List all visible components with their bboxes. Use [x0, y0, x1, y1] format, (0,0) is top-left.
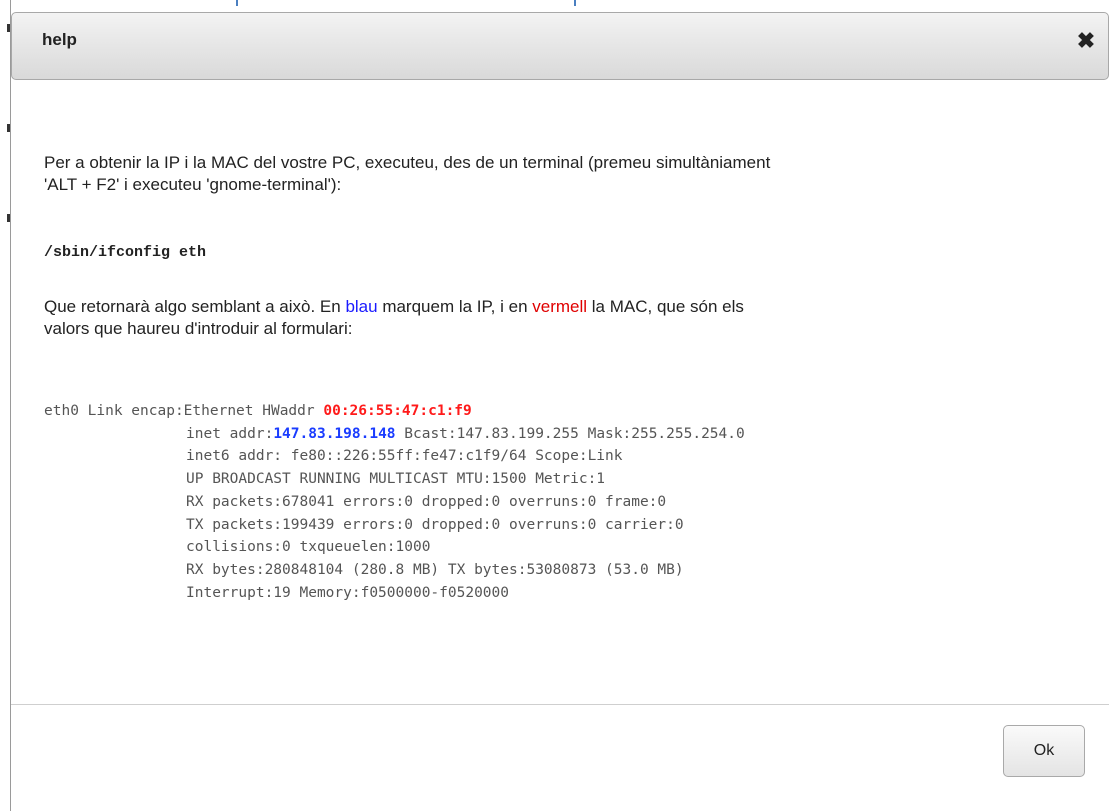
dialog-titlebar[interactable]: help ✖	[11, 12, 1109, 80]
ok-button[interactable]: Ok	[1003, 725, 1085, 777]
terminal-line: TX packets:199439 errors:0 dropped:0 ove…	[186, 516, 684, 533]
terminal-line: inet6 addr: fe80::226:55ff:fe47:c1f9/64 …	[186, 448, 623, 465]
background-page-mark	[7, 214, 10, 222]
terminal-line: collisions:0 txqueuelen:1000	[186, 539, 431, 556]
terminal-line-suffix: Bcast:147.83.199.255 Mask:255.255.254.0	[395, 425, 745, 442]
intro-line-1: Per a obtenir la IP i la MAC del vostre …	[44, 153, 771, 172]
intro-paragraph: Per a obtenir la IP i la MAC del vostre …	[44, 152, 1094, 196]
explanation-text: la MAC, que són els	[587, 297, 744, 316]
terminal-line: inet addr:147.83.198.148 Bcast:147.83.19…	[44, 423, 745, 446]
background-page-strip	[0, 0, 1109, 12]
command-text: /sbin/ifconfig eth	[44, 244, 207, 261]
background-page-mark	[7, 24, 10, 32]
terminal-line: UP BROADCAST RUNNING MULTICAST MTU:1500 …	[186, 471, 606, 488]
red-word: vermell	[532, 297, 588, 316]
terminal-line: Interrupt:19 Memory:f0500000-f0520000	[186, 584, 510, 601]
background-link-fragment	[574, 0, 576, 6]
explanation-text: Que retornarà algo semblant a això. En	[44, 297, 346, 316]
terminal-output: eth0 Link encap:Ethernet HWaddr 00:26:55…	[44, 400, 745, 604]
background-link-fragment	[236, 0, 238, 6]
close-icon[interactable]: ✖	[1074, 28, 1098, 53]
explanation-paragraph: Que retornarà algo semblant a això. En b…	[44, 296, 1074, 340]
blue-word: blau	[345, 297, 378, 316]
mac-address: 00:26:55:47:c1:f9	[323, 403, 472, 419]
dialog-title: help	[42, 30, 77, 49]
intro-line-2: 'ALT + F2' i executeu 'gnome-terminal'):	[44, 175, 342, 194]
explanation-text: marquem la IP, i en	[377, 297, 533, 316]
help-dialog: help ✖ Per a obtenir la IP i la MAC del …	[11, 12, 1109, 811]
footer-divider	[11, 704, 1109, 705]
terminal-line-prefix: eth0 Link encap:Ethernet HWaddr	[44, 403, 324, 419]
explanation-line-2: valors que haureu d'introduir al formula…	[44, 319, 353, 338]
background-page-mark	[7, 124, 10, 132]
terminal-line: RX packets:678041 errors:0 dropped:0 ove…	[186, 493, 667, 510]
terminal-line: RX bytes:280848104 (280.8 MB) TX bytes:5…	[186, 561, 684, 578]
ip-address: 147.83.198.148	[273, 425, 396, 442]
terminal-line-prefix: inet addr:	[186, 425, 274, 442]
terminal-line: eth0 Link encap:Ethernet HWaddr 00:26:55…	[44, 400, 745, 423]
